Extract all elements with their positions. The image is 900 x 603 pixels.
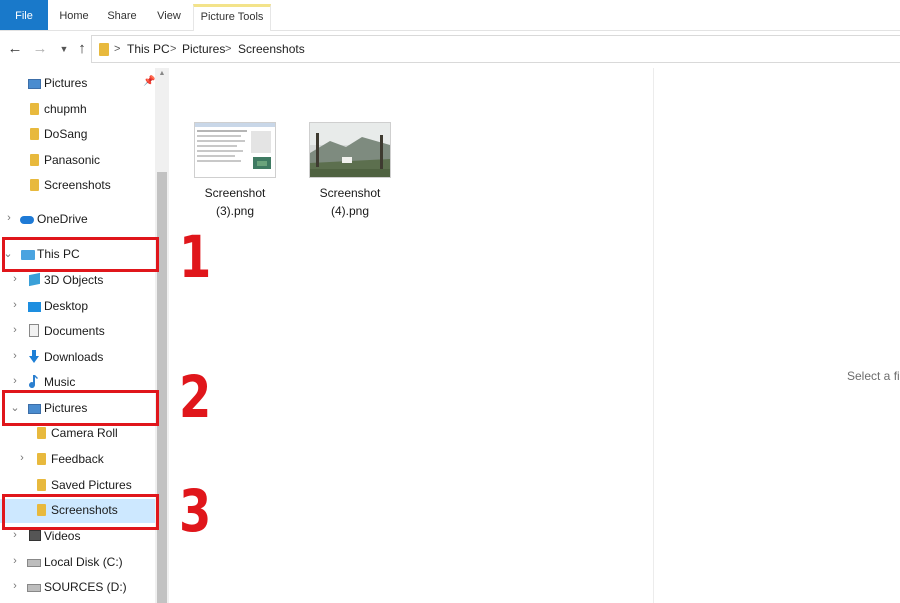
- chevron-right-icon[interactable]: ›: [10, 529, 20, 541]
- back-arrow-icon[interactable]: ←: [7, 40, 23, 58]
- tab-picture-tools[interactable]: Picture Tools: [193, 4, 271, 31]
- nav-item-documents[interactable]: › Documents: [0, 320, 155, 344]
- nav-item-downloads[interactable]: › Downloads: [0, 346, 155, 370]
- cube-icon: [29, 272, 40, 287]
- video-icon: [29, 530, 41, 541]
- step-number: 3: [179, 477, 212, 545]
- file-name-line: Screenshot: [319, 186, 381, 200]
- pictures-icon: [28, 79, 41, 89]
- file-name: Screenshot (4).png: [302, 184, 398, 220]
- file-name-line: (4).png: [330, 204, 370, 218]
- up-arrow-icon[interactable]: ↑: [74, 40, 90, 58]
- tab-home[interactable]: Home: [56, 3, 92, 29]
- callout-pictures: [2, 390, 159, 426]
- nav-item-label: OneDrive: [37, 212, 88, 226]
- nav-item-desktop[interactable]: › Desktop: [0, 295, 155, 319]
- folder-icon: [30, 103, 39, 115]
- forward-arrow-icon[interactable]: →: [32, 40, 48, 58]
- address-toolbar: ← → ▼ ↑ > This PC > Pictures > Screensho…: [0, 31, 900, 67]
- chevron-right-icon[interactable]: ›: [10, 273, 20, 285]
- nav-item-sources-d[interactable]: › SOURCES (D:): [0, 576, 155, 600]
- chevron-right-icon[interactable]: ›: [10, 555, 20, 567]
- file-name-line: (3).png: [215, 204, 255, 218]
- preview-placeholder: Select a file: [847, 369, 900, 383]
- nav-item-pictures-quick[interactable]: Pictures 📌: [0, 72, 155, 96]
- chevron-right-icon[interactable]: ›: [4, 212, 14, 224]
- tab-view[interactable]: View: [153, 3, 185, 29]
- file-thumbnail: [194, 122, 276, 178]
- recent-locations-chevron-icon[interactable]: ▼: [56, 40, 72, 58]
- file-name: Screenshot (3).png: [187, 184, 283, 220]
- folder-icon: [37, 479, 46, 491]
- nav-item-label: DoSang: [44, 127, 88, 141]
- nav-item-label: chupmh: [44, 102, 87, 116]
- chevron-right-icon[interactable]: ›: [10, 580, 20, 592]
- step-number: 2: [179, 363, 212, 431]
- nav-item-label: Screenshots: [44, 178, 111, 192]
- preview-pane: Select a file: [653, 68, 900, 603]
- nav-item-label: Music: [44, 375, 76, 389]
- nav-item-label: Local Disk (C:): [44, 555, 123, 569]
- drive-icon: [27, 584, 41, 592]
- breadcrumb-screenshots[interactable]: Screenshots: [238, 36, 305, 62]
- nav-item-chupmh[interactable]: chupmh: [0, 98, 155, 122]
- nav-item-feedback[interactable]: › Feedback: [0, 448, 155, 472]
- chevron-right-icon[interactable]: ›: [10, 299, 20, 311]
- pin-icon[interactable]: 📌: [143, 76, 155, 87]
- nav-item-label: Feedback: [51, 452, 104, 466]
- drive-icon: [27, 559, 41, 567]
- folder-icon: [99, 43, 109, 56]
- chevron-right-icon[interactable]: ›: [17, 452, 27, 464]
- folder-icon: [30, 154, 39, 166]
- nav-item-label: Downloads: [44, 350, 104, 364]
- file-item[interactable]: Screenshot (3).png: [187, 122, 283, 222]
- nav-item-label: Videos: [44, 529, 81, 543]
- tab-file[interactable]: File: [0, 0, 48, 30]
- nav-item-onedrive[interactable]: › OneDrive: [0, 208, 155, 232]
- address-bar[interactable]: > This PC > Pictures > Screenshots: [91, 35, 900, 63]
- file-list[interactable]: Screenshot (3).png Screenshot (4).png: [169, 68, 653, 603]
- nav-item-label: Panasonic: [44, 153, 101, 167]
- nav-item-label: Saved Pictures: [51, 478, 132, 492]
- scroll-up-icon[interactable]: ▲: [155, 70, 169, 77]
- tab-share[interactable]: Share: [104, 3, 140, 29]
- ribbon: File Home Share View Picture Tools: [0, 0, 900, 31]
- desktop-icon: [28, 302, 41, 312]
- breadcrumb-separator[interactable]: >: [170, 36, 176, 62]
- file-item[interactable]: Screenshot (4).png: [302, 122, 398, 222]
- nav-item-panasonic[interactable]: Panasonic: [0, 149, 155, 173]
- download-arrow-icon: [29, 350, 39, 363]
- folder-icon: [30, 128, 39, 140]
- nav-item-screenshots-quick[interactable]: Screenshots: [0, 174, 155, 198]
- nav-item-local-disk-c[interactable]: › Local Disk (C:): [0, 551, 155, 575]
- cloud-icon: [20, 216, 34, 224]
- folder-icon: [37, 427, 46, 439]
- nav-item-label: Camera Roll: [51, 426, 118, 440]
- chevron-right-icon[interactable]: ›: [10, 350, 20, 362]
- breadcrumb-separator[interactable]: >: [114, 36, 120, 62]
- chevron-right-icon[interactable]: ›: [10, 324, 20, 336]
- nav-item-label: Desktop: [44, 299, 89, 313]
- callout-this-pc: [2, 237, 159, 272]
- nav-item-dosang[interactable]: DoSang: [0, 123, 155, 147]
- step-number: 1: [179, 223, 212, 291]
- file-thumbnail: [309, 122, 391, 178]
- folder-icon: [30, 179, 39, 191]
- callout-screenshots: [2, 494, 159, 530]
- breadcrumb-this-pc[interactable]: This PC: [127, 36, 170, 62]
- nav-item-label: Documents: [44, 324, 105, 338]
- nav-item-label: 3D Objects: [44, 273, 104, 287]
- breadcrumb-pictures[interactable]: Pictures: [182, 36, 225, 62]
- breadcrumb-separator[interactable]: >: [225, 36, 231, 62]
- document-icon: [29, 324, 39, 337]
- file-name-line: Screenshot: [204, 186, 266, 200]
- music-note-icon: [29, 375, 39, 389]
- folder-icon: [37, 453, 46, 465]
- nav-item-label: Pictures: [44, 76, 88, 90]
- chevron-right-icon[interactable]: ›: [10, 375, 20, 387]
- nav-item-3d-objects[interactable]: › 3D Objects: [0, 269, 155, 293]
- nav-item-label: SOURCES (D:): [44, 580, 127, 594]
